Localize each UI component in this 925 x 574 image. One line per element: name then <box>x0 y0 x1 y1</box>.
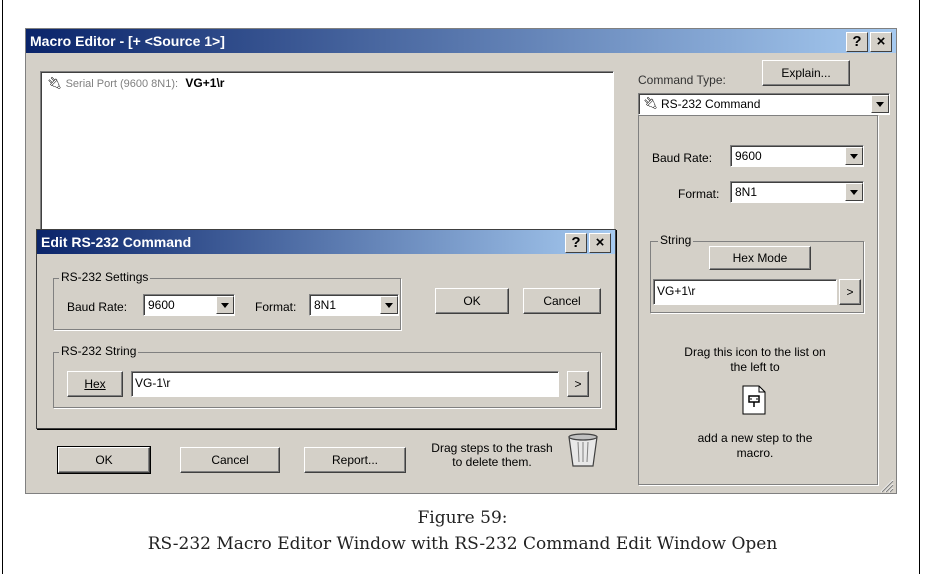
panel-format-select[interactable]: 8N1 <box>730 181 864 203</box>
resize-grip-icon[interactable] <box>878 477 894 493</box>
edit-baud-value: 9600 <box>148 298 175 312</box>
edit-dialog-title: Edit RS-232 Command <box>41 234 192 250</box>
edit-help-button[interactable]: ? <box>565 233 587 253</box>
step-port-label: Serial Port (9600 8N1): <box>65 78 179 90</box>
cancel-button[interactable]: Cancel <box>180 447 280 473</box>
edit-ok-button[interactable]: OK <box>435 288 509 314</box>
panel-string-input[interactable]: VG+1\r <box>653 279 837 305</box>
macro-step-list[interactable]: 🔌︎ Serial Port (9600 8N1): VG+1\r <box>40 71 614 243</box>
hex-button-label: Hex <box>84 377 106 391</box>
edit-format-value: 8N1 <box>314 298 337 312</box>
chevron-down-icon[interactable] <box>845 147 863 165</box>
rs232-settings-label: RS-232 Settings <box>59 270 151 284</box>
command-type-select[interactable]: 🔌︎ RS-232 Command <box>638 93 890 115</box>
rs232-plug-icon: 🔌︎ <box>643 96 659 110</box>
panel-format-value: 8N1 <box>735 185 758 199</box>
figure-caption-line1: Figure 59: <box>417 508 508 528</box>
command-type-label: Command Type: <box>638 73 726 87</box>
step-command-label: VG+1\r <box>185 76 225 90</box>
panel-baud-select[interactable]: 9600 <box>730 145 864 167</box>
chevron-down-icon[interactable] <box>845 183 863 201</box>
edit-baud-select[interactable]: 9600 <box>143 294 235 316</box>
edit-format-select[interactable]: 8N1 <box>309 294 399 316</box>
macro-editor-titlebar: Macro Editor - [+ <Source 1>] <box>26 29 896 53</box>
help-button[interactable]: ? <box>846 32 868 52</box>
panel-baud-value: 9600 <box>735 149 762 163</box>
report-button-label: Report... <box>331 453 379 467</box>
drag-hint-bottom: add a new step to the macro. <box>697 431 813 460</box>
trash-icon[interactable] <box>566 431 600 469</box>
window-title: Macro Editor - [+ <Source 1>] <box>30 33 225 49</box>
hex-button[interactable]: Hex <box>67 371 123 397</box>
explain-button[interactable]: Explain... <box>762 60 850 86</box>
report-button[interactable]: Report... <box>304 447 406 473</box>
panel-baud-label: Baud Rate: <box>652 151 713 165</box>
string-group-label: String <box>658 233 694 247</box>
serial-port-icon: 🔌︎ <box>47 76 63 90</box>
close-button[interactable]: × <box>870 32 892 52</box>
edit-format-label: Format: <box>255 300 297 314</box>
edit-dialog-titlebar: Edit RS-232 Command <box>37 230 615 254</box>
edit-string-input[interactable]: VG-1\r <box>131 371 559 397</box>
edit-cancel-button[interactable]: Cancel <box>523 288 601 314</box>
chevron-down-icon[interactable] <box>380 296 398 314</box>
chevron-down-icon[interactable] <box>871 95 889 113</box>
new-step-drag-icon[interactable] <box>741 385 767 415</box>
figure-frame-right <box>919 0 920 574</box>
drag-hint-top: Drag this icon to the list on the left t… <box>684 345 826 374</box>
panel-format-label: Format: <box>678 187 720 201</box>
figure-caption-line2: RS-232 Macro Editor Window with RS-232 C… <box>147 534 778 554</box>
ok-button[interactable]: OK <box>57 446 151 474</box>
edit-rs232-dialog: Edit RS-232 Command ? × RS-232 Settings … <box>36 229 616 429</box>
edit-close-button[interactable]: × <box>589 233 611 253</box>
hex-mode-button[interactable]: Hex Mode <box>709 246 811 270</box>
trash-hint: Drag steps to the trash to delete them. <box>431 441 553 469</box>
figure-frame-left <box>2 0 3 574</box>
chevron-down-icon[interactable] <box>216 296 234 314</box>
edit-string-arrow-button[interactable]: > <box>567 371 589 397</box>
panel-string-arrow-button[interactable]: > <box>839 279 861 305</box>
rs232-string-label: RS-232 String <box>59 344 139 358</box>
command-type-value: RS-232 Command <box>661 97 761 111</box>
edit-baud-label: Baud Rate: <box>67 300 128 314</box>
list-item[interactable]: 🔌︎ Serial Port (9600 8N1): VG+1\r <box>47 76 447 94</box>
